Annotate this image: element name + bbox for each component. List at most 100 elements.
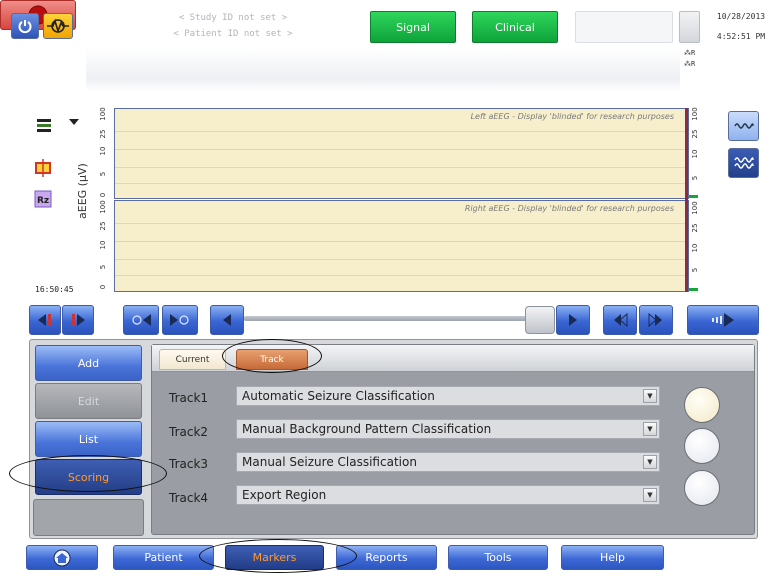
- y-tick: 25: [99, 129, 107, 139]
- double-wave-button[interactable]: [728, 148, 759, 178]
- wave-button[interactable]: [728, 111, 759, 141]
- right-y-tick: 10: [691, 149, 699, 159]
- right-y-tick: 100: [691, 107, 699, 121]
- right-y-tick: 25: [691, 223, 699, 233]
- track3-color-button[interactable]: [684, 470, 720, 506]
- tab-track[interactable]: Track: [236, 349, 308, 370]
- blank-button[interactable]: [575, 11, 673, 43]
- track4-select[interactable]: Export Region ▼: [236, 485, 660, 505]
- track-select-value: Export Region: [242, 488, 327, 502]
- timeline-slider-knob[interactable]: [525, 306, 555, 334]
- list-button[interactable]: List: [35, 421, 142, 457]
- home-icon: [53, 549, 71, 566]
- page-back-icon: [614, 312, 628, 328]
- y-tick: 100: [99, 107, 107, 121]
- double-wave-icon: [733, 157, 754, 169]
- small-grey-button[interactable]: [679, 11, 700, 43]
- side-menu-filler: [33, 499, 144, 536]
- date-text: 10/28/2013: [716, 12, 766, 21]
- scroll-right-button[interactable]: [556, 305, 590, 335]
- markers-button[interactable]: Markers: [225, 545, 324, 570]
- right-aeeg-plot[interactable]: Right aEEG - Display 'blinded' for resea…: [114, 200, 689, 292]
- next-marker-icon: [72, 314, 85, 326]
- y-tick: 5: [99, 264, 107, 270]
- time-label: 16:50:45: [35, 285, 74, 294]
- r-channel-label: ⁂R: [684, 49, 696, 57]
- chevron-down-icon[interactable]: ▼: [643, 389, 657, 403]
- clinical-button[interactable]: Clinical: [472, 11, 558, 43]
- r-channel-label: ⁂R: [684, 60, 696, 68]
- r-label-text: R: [691, 60, 696, 68]
- track2-color-button[interactable]: [684, 428, 720, 464]
- crop-icon[interactable]: [33, 159, 53, 177]
- y-tick: 10: [99, 146, 107, 156]
- dropdown-triangle-icon[interactable]: [64, 113, 84, 131]
- reports-button[interactable]: Reports: [336, 545, 437, 570]
- left-aeeg-title: Left aEEG - Display 'blinded' for resear…: [470, 112, 674, 121]
- power-icon: [18, 20, 32, 34]
- track-label: Track1: [169, 391, 209, 405]
- track-select-value: Automatic Seizure Classification: [242, 389, 435, 403]
- monitor-button[interactable]: [43, 13, 73, 39]
- zoom-in-button[interactable]: [162, 305, 198, 335]
- chevron-down-icon[interactable]: ▼: [643, 422, 657, 436]
- waveform-band: [86, 48, 680, 92]
- y-tick: 5: [99, 171, 107, 177]
- power-button[interactable]: [11, 13, 39, 39]
- scroll-left-button[interactable]: [210, 305, 244, 335]
- y-axis-label: aEEG (µV): [76, 163, 89, 219]
- home-button[interactable]: [26, 545, 98, 570]
- page-forward-icon: [648, 312, 662, 328]
- right-aeeg-title: Right aEEG - Display 'blinded' for resea…: [464, 204, 674, 213]
- track3-select[interactable]: Manual Seizure Classification ▼: [236, 452, 660, 472]
- page-forward-button[interactable]: [639, 305, 673, 335]
- zoom-out-icon: [132, 314, 151, 326]
- tools-button[interactable]: Tools: [448, 545, 548, 570]
- time-text: 4:52:51 PM: [716, 32, 766, 41]
- next-marker-button[interactable]: [62, 305, 94, 335]
- right-y-tick: 10: [691, 243, 699, 253]
- left-aeeg-plot[interactable]: Left aEEG - Display 'blinded' for resear…: [114, 108, 689, 199]
- zoom-out-button[interactable]: [123, 305, 159, 335]
- y-tick: 100: [99, 200, 107, 214]
- edit-button[interactable]: Edit: [35, 383, 142, 419]
- right-y-tick: 5: [691, 175, 699, 181]
- svg-text:Rz: Rz: [37, 196, 49, 206]
- study-id-text: < Study ID not set >: [178, 13, 288, 23]
- layout-icon[interactable]: [34, 117, 54, 135]
- signal-button[interactable]: Signal: [370, 11, 456, 43]
- cursor-bar[interactable]: [685, 108, 688, 292]
- green-marker: [689, 195, 698, 198]
- chevron-down-icon[interactable]: ▼: [643, 455, 657, 469]
- y-tick: 0: [99, 284, 107, 290]
- timeline-scrollbar[interactable]: [244, 316, 529, 321]
- right-y-tick: 100: [691, 201, 699, 215]
- help-button[interactable]: Help: [561, 545, 664, 570]
- prev-marker-button[interactable]: [29, 305, 61, 335]
- go-to-live-icon: [712, 313, 734, 327]
- chevron-down-icon[interactable]: ▼: [643, 488, 657, 502]
- zoom-in-icon: [170, 314, 189, 326]
- right-y-tick: 5: [691, 267, 699, 273]
- track2-select[interactable]: Manual Background Pattern Classification…: [236, 419, 660, 439]
- track-label: Track2: [169, 425, 209, 439]
- track-select-value: Manual Seizure Classification: [242, 455, 417, 469]
- go-to-live-button[interactable]: [687, 305, 759, 335]
- patient-button[interactable]: Patient: [113, 545, 214, 570]
- y-tick: 25: [99, 221, 107, 231]
- tab-current[interactable]: Current: [159, 349, 226, 370]
- add-button[interactable]: Add: [35, 345, 142, 381]
- scoring-button[interactable]: Scoring: [35, 459, 142, 495]
- monitor-icon: [47, 18, 69, 34]
- track1-color-button[interactable]: [684, 387, 720, 423]
- scroll-right-icon: [569, 314, 577, 326]
- y-tick: 10: [99, 240, 107, 250]
- track-label: Track3: [169, 457, 209, 471]
- rz-icon[interactable]: Rz: [33, 190, 53, 208]
- patient-id-text: < Patient ID not set >: [173, 29, 293, 39]
- right-y-tick: 25: [691, 129, 699, 139]
- page-back-button[interactable]: [603, 305, 637, 335]
- track-label: Track4: [169, 491, 209, 505]
- track1-select[interactable]: Automatic Seizure Classification ▼: [236, 386, 660, 406]
- wave-icon: [733, 123, 754, 129]
